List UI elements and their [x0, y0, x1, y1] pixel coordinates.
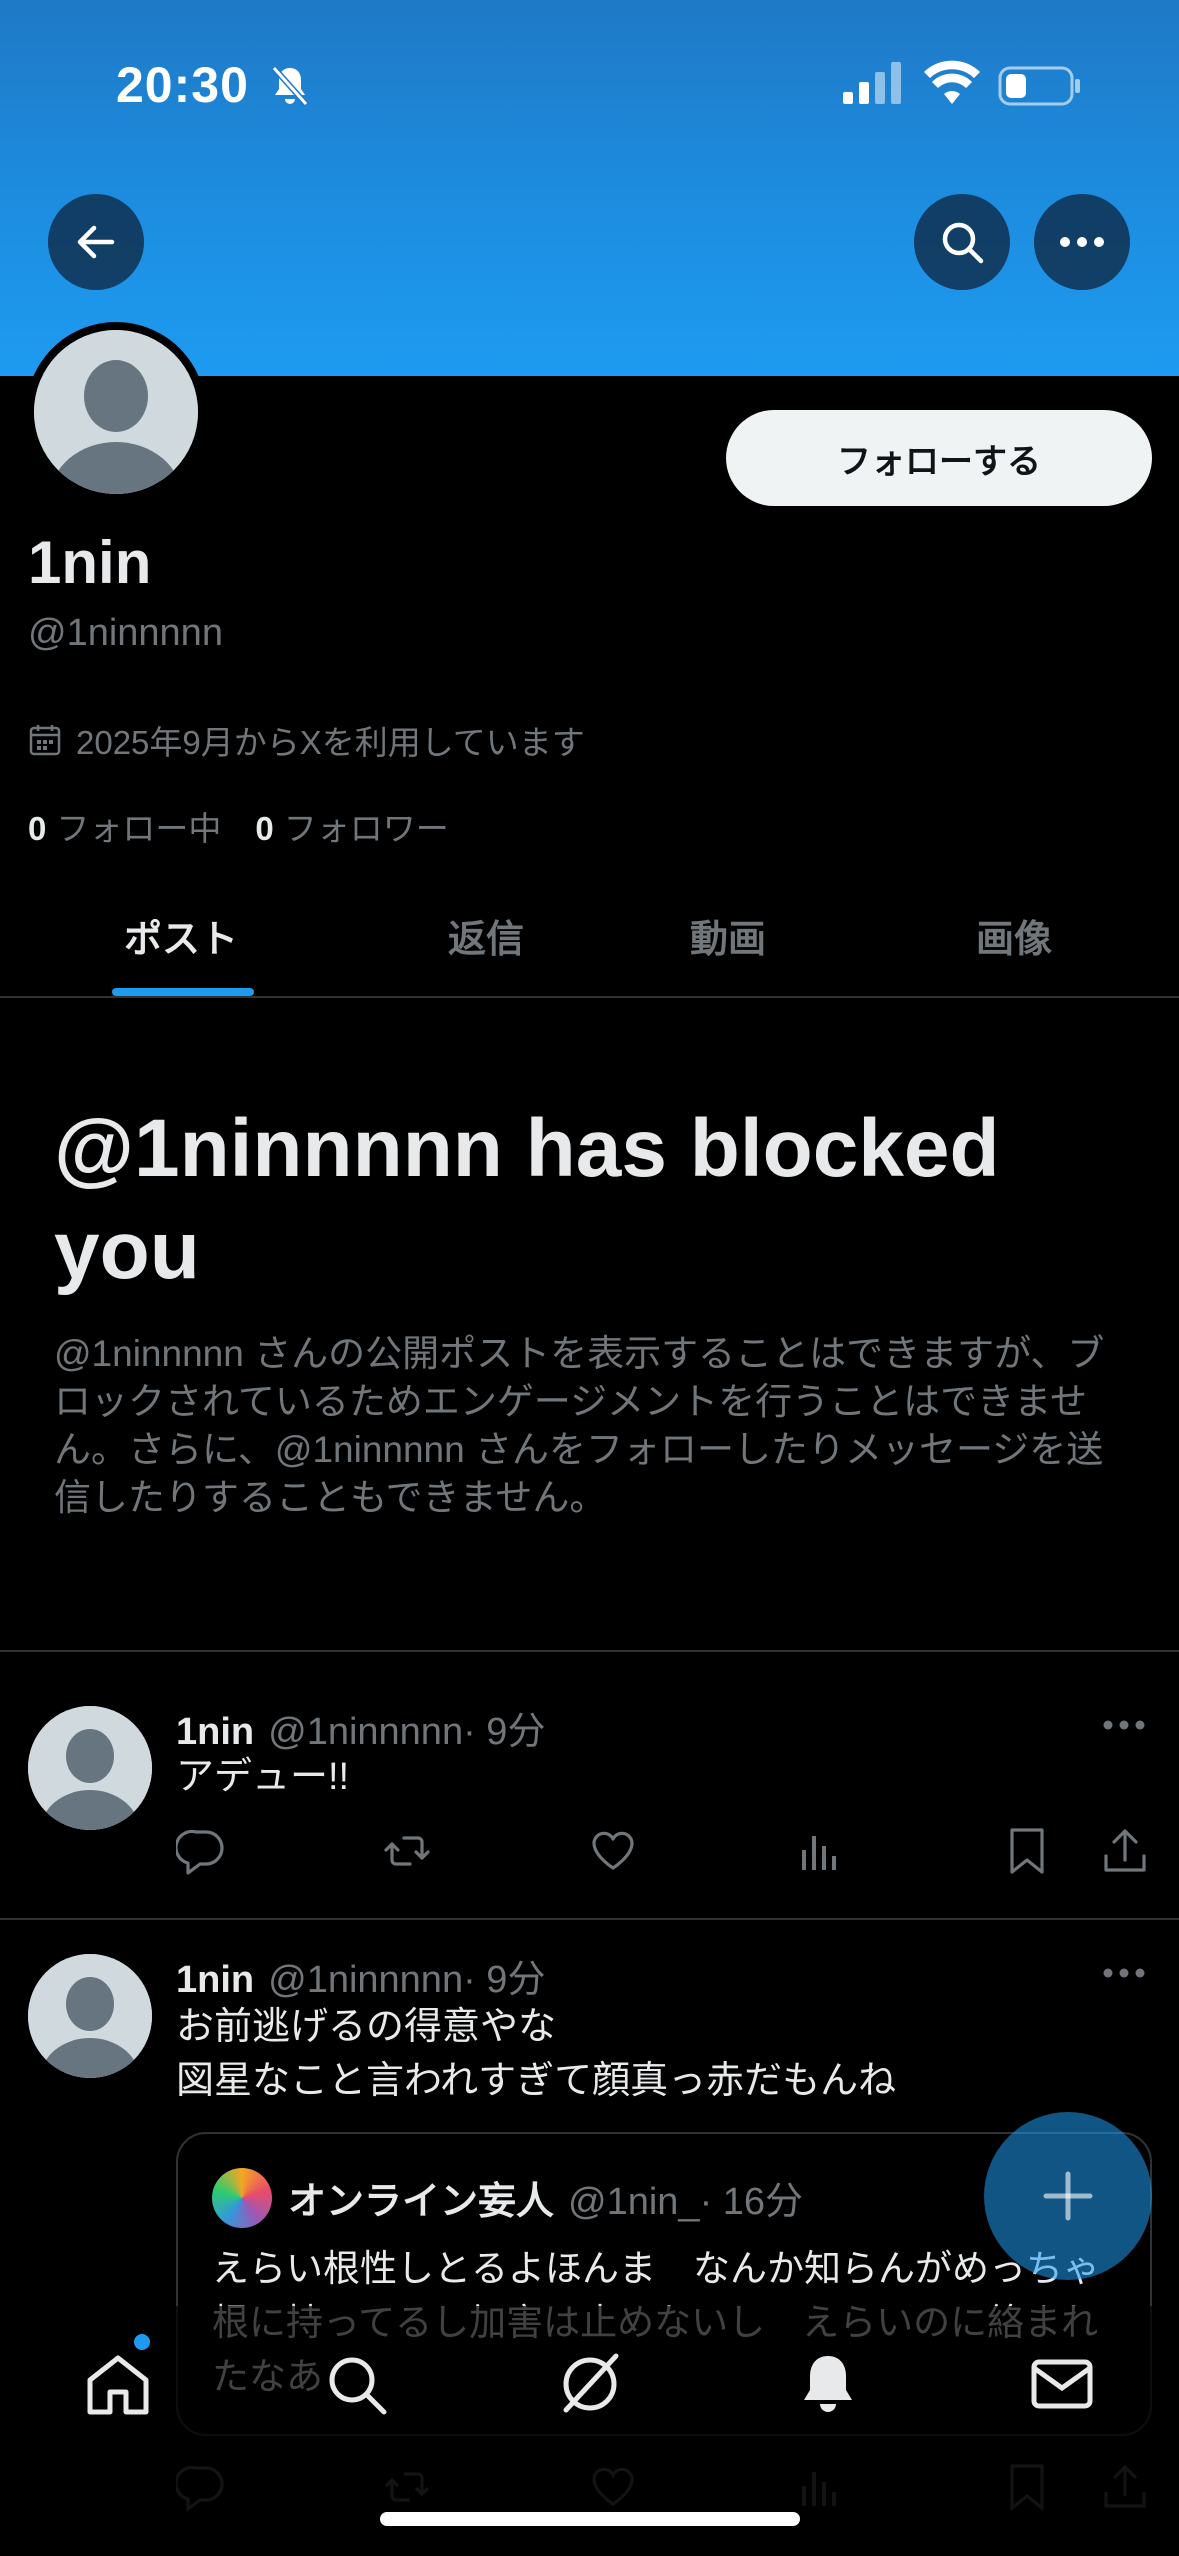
notifications-icon[interactable]: [792, 2348, 864, 2420]
share-icon[interactable]: [1100, 1826, 1150, 1876]
followers-count: 0: [255, 810, 274, 847]
tab-replies[interactable]: 返信: [448, 908, 524, 963]
followers-link[interactable]: 0 フォロワー: [255, 802, 448, 850]
quoted-avatar: [212, 2168, 272, 2228]
wifi-icon: [924, 60, 980, 104]
default-avatar-icon: [28, 1706, 152, 1830]
divider: [0, 1650, 1179, 1652]
follow-button[interactable]: フォローする: [726, 410, 1152, 506]
plus-icon: [1043, 2171, 1093, 2221]
quoted-author-handle: @1nin_: [568, 2181, 700, 2223]
quoted-time: · 16分: [699, 2181, 804, 2223]
post-author-handle: @1ninnnnn: [268, 1711, 464, 1753]
views-icon[interactable]: [794, 1826, 844, 1876]
search-icon: [942, 222, 984, 264]
following-link[interactable]: 0 フォロー中: [28, 802, 221, 850]
bookmark-icon[interactable]: [1002, 1826, 1052, 1876]
arrow-left-icon: [77, 225, 115, 259]
repost-icon[interactable]: [382, 1826, 432, 1876]
active-tab-indicator: [112, 988, 254, 996]
tab-videos[interactable]: 動画: [690, 908, 766, 963]
compose-button[interactable]: [984, 2112, 1152, 2280]
profile-avatar[interactable]: [34, 330, 198, 494]
divider: [0, 1918, 1179, 1920]
post-text-line: 図星なこと言われすぎて顔真っ赤だもんね: [176, 2060, 897, 2102]
battery-icon: [998, 66, 1080, 106]
grok-icon[interactable]: [554, 2348, 626, 2420]
calendar-icon: [29, 725, 61, 756]
ellipsis-icon: [1060, 237, 1104, 247]
quoted-author-name: オンライン妄人: [288, 2181, 555, 2223]
more-options-button[interactable]: [1034, 194, 1130, 290]
post-header: 1nin @1ninnnnn· 9分: [176, 1700, 545, 1755]
like-icon[interactable]: [588, 1826, 638, 1876]
follow-counts: 0 フォロー中 0 フォロワー: [28, 802, 449, 850]
reply-icon[interactable]: [176, 1826, 226, 1876]
tab-posts[interactable]: ポスト: [124, 908, 238, 963]
following-count: 0: [28, 810, 47, 847]
post-time: · 9分: [463, 1959, 546, 2001]
notification-dot: [134, 2334, 150, 2350]
default-avatar-icon: [28, 1954, 152, 2078]
user-handle: @1ninnnnn: [28, 612, 223, 654]
home-indicator[interactable]: [380, 2512, 800, 2526]
quoted-header: オンライン妄人 @1nin_· 16分: [288, 2170, 803, 2225]
post-text: アデュー!!: [176, 1756, 350, 1798]
post-more-icon[interactable]: [1102, 1718, 1146, 1732]
post-more-icon[interactable]: [1102, 1966, 1146, 1980]
bell-slash-icon: [271, 66, 309, 106]
joined-text: 2025年9月からXを利用しています: [76, 724, 585, 761]
explore-icon[interactable]: [320, 2348, 392, 2420]
messages-icon[interactable]: [1026, 2348, 1098, 2420]
back-button[interactable]: [48, 194, 144, 290]
display-name: 1nin: [28, 529, 152, 596]
default-avatar-icon: [34, 330, 198, 494]
profile-tabs: ポスト 返信 動画 画像: [0, 880, 1179, 998]
home-icon[interactable]: [82, 2348, 154, 2420]
followers-label: フォロワー: [283, 810, 449, 847]
search-button[interactable]: [914, 194, 1010, 290]
post-actions: [176, 1826, 1156, 1882]
cellular-signal-icon: [843, 62, 901, 104]
status-time: 20:30: [116, 57, 249, 113]
post-time: · 9分: [463, 1711, 546, 1753]
post-avatar[interactable]: [28, 1706, 152, 1830]
joined-date: 2025年9月からXを利用しています: [28, 716, 585, 764]
post-text-line: お前逃げるの得意やな: [176, 2006, 557, 2048]
post-author-handle: @1ninnnnn: [268, 1959, 464, 2001]
tab-images[interactable]: 画像: [976, 908, 1052, 963]
post-author-name[interactable]: 1nin: [176, 1711, 254, 1753]
blocked-description: @1ninnnnn さんの公開ポストを表示することはできますが、ブロックされてい…: [54, 1333, 1105, 1518]
blocked-title: @1ninnnnn has blocked you: [54, 1103, 1000, 1296]
following-label: フォロー中: [56, 810, 222, 847]
post-avatar[interactable]: [28, 1954, 152, 2078]
post-header: 1nin @1ninnnnn· 9分: [176, 1948, 545, 2003]
post-author-name[interactable]: 1nin: [176, 1959, 254, 2001]
